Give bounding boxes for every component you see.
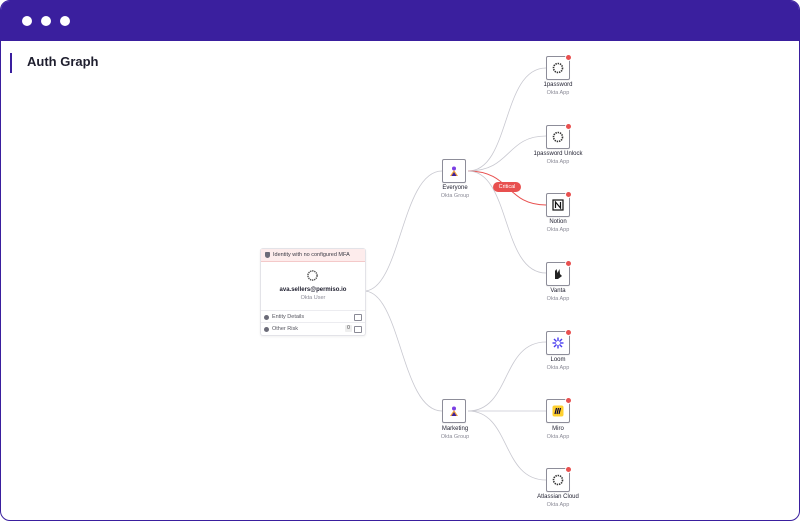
app-name: Miro xyxy=(552,426,564,432)
app-name: 1password Unlock xyxy=(533,151,583,157)
info-icon xyxy=(264,314,269,320)
risk-icon xyxy=(264,326,269,332)
alert-badge xyxy=(565,191,572,198)
app-type: Okta App xyxy=(546,227,570,233)
user-email: ava.sellers@permiso.io xyxy=(279,287,347,293)
vanta-icon xyxy=(552,268,564,280)
mfa-warning-banner: Identity with no configured MFA xyxy=(261,249,365,262)
other-risk-label: Other Risk xyxy=(272,326,298,332)
alert-badge xyxy=(565,260,572,267)
app-name: Loom xyxy=(550,357,566,363)
group-name: Marketing xyxy=(441,426,469,432)
group-node-everyone[interactable] xyxy=(442,159,466,183)
app-name: Notion xyxy=(549,219,567,225)
gear-icon xyxy=(552,62,564,74)
group-type: Okta Group xyxy=(440,193,470,199)
graph-edges xyxy=(363,67,547,481)
app-name: Vanta xyxy=(550,288,566,294)
app-node-1password-unlock[interactable] xyxy=(546,123,572,149)
edge-user-marketing xyxy=(363,290,443,412)
entity-details-label: Entity Details xyxy=(272,314,305,320)
notion-icon xyxy=(552,199,564,211)
app-name: 1password xyxy=(543,82,573,88)
alert-badge xyxy=(565,397,572,404)
app-type: Okta App xyxy=(546,365,570,371)
miro-icon xyxy=(552,405,564,417)
identity-card[interactable]: Identity with no configured MFA ava.sell… xyxy=(260,248,366,336)
gear-icon xyxy=(552,131,564,143)
gear-icon xyxy=(552,474,564,486)
expand-icon[interactable] xyxy=(354,314,362,321)
app-name: Atlassian Cloud xyxy=(537,494,579,500)
app-window: Auth Graph Critical Identity with no con… xyxy=(0,0,800,521)
edge-marketing-loom xyxy=(467,341,547,412)
other-risk-count: 0 xyxy=(345,325,352,332)
loom-icon xyxy=(552,337,564,349)
app-node-miro[interactable] xyxy=(546,397,572,423)
app-node-loom[interactable] xyxy=(546,329,572,355)
app-node-notion[interactable] xyxy=(546,191,572,217)
app-type: Okta App xyxy=(546,434,570,440)
okta-user-icon xyxy=(307,270,318,281)
group-icon xyxy=(448,405,460,417)
shield-icon xyxy=(265,252,270,258)
app-type: Okta App xyxy=(546,296,570,302)
app-node-vanta[interactable] xyxy=(546,260,572,286)
app-node-1password[interactable] xyxy=(546,54,572,80)
group-type: Okta Group xyxy=(440,434,470,440)
app-type: Okta App xyxy=(546,159,570,165)
app-node-atlassian-cloud[interactable] xyxy=(546,466,572,492)
edge-marketing-atlassian xyxy=(467,410,547,481)
group-node-marketing[interactable] xyxy=(442,399,466,423)
alert-badge xyxy=(565,123,572,130)
alert-badge xyxy=(565,54,572,61)
critical-edge-label[interactable]: Critical xyxy=(493,182,521,192)
alert-badge xyxy=(565,466,572,473)
user-type: Okta User xyxy=(300,295,326,301)
app-type: Okta App xyxy=(546,502,570,508)
group-icon xyxy=(448,165,460,177)
mfa-warning-text: Identity with no configured MFA xyxy=(273,252,350,258)
alert-badge xyxy=(565,329,572,336)
app-type: Okta App xyxy=(546,90,570,96)
expand-icon[interactable] xyxy=(354,326,362,333)
group-name: Everyone xyxy=(442,185,468,191)
other-risk-row[interactable]: Other Risk 0 xyxy=(261,322,365,335)
